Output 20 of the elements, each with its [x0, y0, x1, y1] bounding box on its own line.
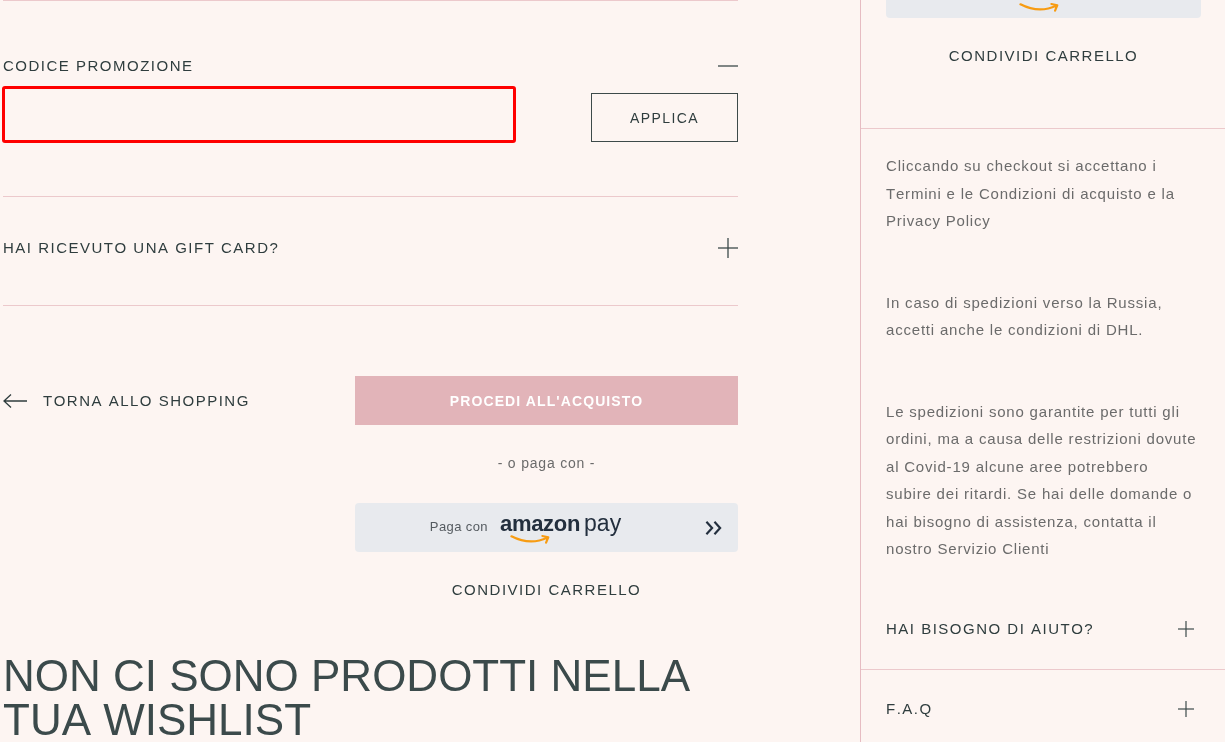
share-cart-link[interactable]: CONDIVIDI CARRELLO [451, 580, 642, 600]
double-chevron-icon [705, 519, 722, 536]
alt-payment-label: - o paga con - [497, 454, 596, 473]
left-arrow-icon [3, 393, 27, 408]
empty-wishlist-heading: NON CI SONO PRODOTTI NELLA TUA WISHLIST [3, 654, 691, 742]
accordion-title[interactable]: HAI BISOGNO DI AIUTO? [886, 618, 1095, 639]
share-cart-link[interactable]: CONDIVIDI CARRELLO [948, 46, 1139, 66]
promo-code-field[interactable] [2, 86, 516, 143]
plus-icon[interactable] [1178, 620, 1194, 637]
accordion-title[interactable]: F.A.Q [886, 698, 933, 719]
back-to-shopping-link[interactable]: TORNA ALLO SHOPPING [3, 376, 250, 425]
checkout-note: Cliccando su checkout si accettano i Termini e le Condizioni di acquisto e la Privacy Policy [886, 156, 1176, 231]
accordion-title[interactable]: CODICE PROMOZIONE [3, 56, 194, 76]
amazon-pay-button[interactable]: Paga con amazon pay [355, 503, 738, 552]
plus-icon[interactable] [718, 238, 738, 258]
plus-icon[interactable] [1178, 700, 1194, 717]
checkout-note: In caso di spedizioni verso la Russia, accetti anche le condizioni di DHL. [886, 292, 1164, 340]
accordion-title[interactable]: HAI RICEVUTO UNA GIFT CARD? [3, 238, 280, 258]
apply-button[interactable]: APPLICA [591, 93, 738, 142]
checkout-note: Le spedizioni sono garantite per tutti gli ordini, ma a causa delle restrizioni dovute al Covid-19 alcune aree potrebbero subire dei ritardi. Se hai delle domande o hai bisogno di assistenza, contatta il nostro Servizio Clienti [886, 401, 1198, 559]
